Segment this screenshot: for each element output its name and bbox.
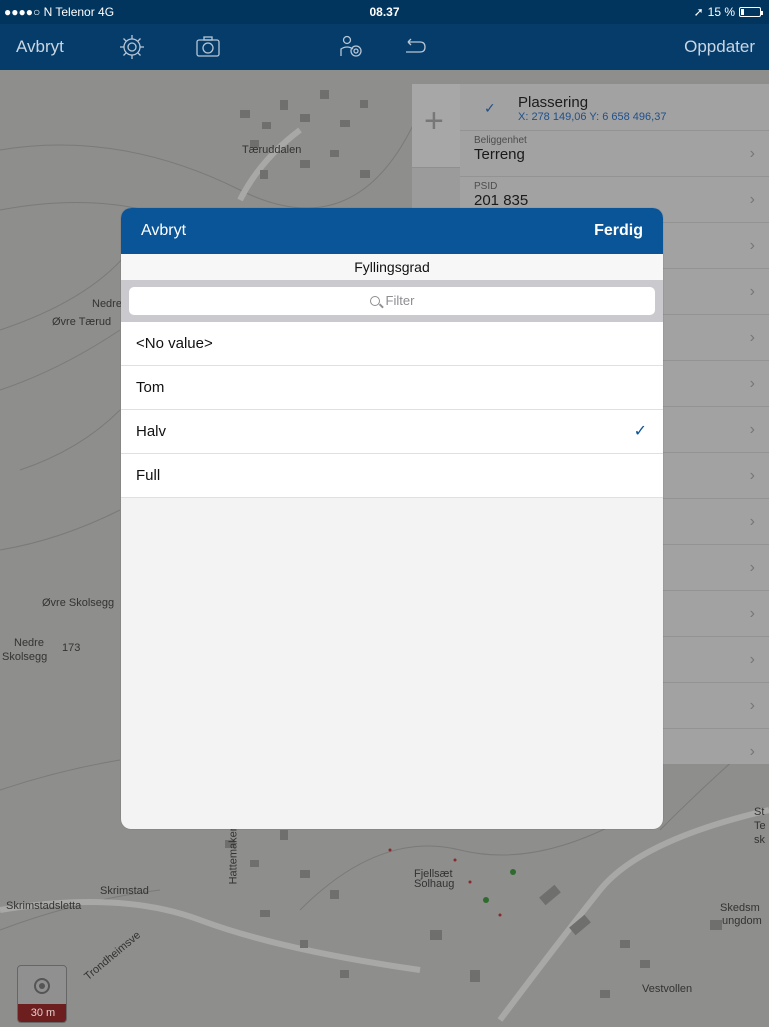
map-label: Øvre Tærud	[52, 316, 112, 328]
attribute-label: Beliggenhet	[474, 135, 527, 146]
map-label: Solhaug	[414, 878, 455, 890]
attribute-value: 201 835	[474, 192, 529, 209]
map-label: Skedsm	[720, 902, 760, 914]
crosshair-icon	[34, 978, 50, 994]
map-label: St	[754, 806, 765, 818]
chevron-right-icon: ›	[749, 513, 755, 530]
map-label: Skrimstadsletta	[6, 900, 82, 912]
search-icon	[369, 296, 380, 306]
battery-percent: 15 %	[707, 5, 735, 19]
filter-bar: Filter	[121, 280, 663, 322]
panel-add-area: +	[412, 84, 460, 168]
chevron-right-icon: ›	[749, 605, 755, 622]
option-label: Tom	[136, 379, 165, 396]
map-label: sk	[754, 834, 765, 846]
map-label: Skolsegg	[2, 651, 48, 663]
map-label: Te	[754, 820, 766, 832]
map-label: Vestvollen	[642, 983, 693, 995]
status-bar: ●●●●○ N Telenor 4G 08.37 ➚ 15 %	[0, 0, 769, 24]
option-full[interactable]: Full	[121, 454, 663, 498]
map-label: 173	[62, 642, 81, 654]
attribute-row[interactable]: Beliggenhet Terreng ›	[460, 130, 769, 176]
chevron-right-icon: ›	[749, 375, 755, 392]
chevron-right-icon: ›	[749, 191, 755, 208]
undo-icon[interactable]	[400, 34, 428, 60]
dialog-done-button[interactable]: Ferdig	[594, 222, 643, 240]
dialog-cancel-button[interactable]: Avbryt	[141, 222, 186, 240]
camera-icon[interactable]	[194, 34, 222, 60]
checkmark-icon: ✓	[484, 100, 496, 116]
nav-bar: Avbryt Oppdater	[0, 24, 769, 70]
chevron-right-icon: ›	[749, 283, 755, 300]
battery-status: ➚ 15 %	[693, 5, 763, 19]
location-coords: X: 278 149,06 Y: 6 658 496,37	[518, 111, 667, 123]
chevron-right-icon: ›	[749, 651, 755, 668]
chevron-right-icon: ›	[749, 421, 755, 438]
clock: 08.37	[369, 5, 400, 19]
option-tom[interactable]: Tom	[121, 366, 663, 410]
chevron-right-icon: ›	[749, 237, 755, 254]
option-label: Halv	[136, 423, 167, 440]
nav-cancel-button[interactable]: Avbryt	[16, 37, 64, 57]
dialog-title: Fyllingsgrad	[121, 254, 663, 280]
chevron-right-icon: ›	[749, 467, 755, 484]
gear-icon[interactable]	[118, 34, 146, 60]
chevron-right-icon: ›	[749, 329, 755, 346]
attribute-value: Terreng	[474, 146, 525, 163]
scale-label: 30 m	[18, 1004, 66, 1022]
option-halv[interactable]: Halv ✓	[121, 410, 663, 454]
map-label: ungdom	[722, 915, 762, 927]
battery-icon	[739, 7, 763, 17]
chevron-right-icon: ›	[749, 559, 755, 576]
map-label: Nedre	[14, 637, 44, 649]
location-arrow-icon: ➚	[693, 5, 704, 19]
selected-checkmark-icon: ✓	[633, 423, 647, 440]
map-label: Hattemaker	[227, 827, 240, 885]
filter-input[interactable]: Filter	[129, 287, 655, 315]
dialog-header: Avbryt Ferdig	[121, 208, 663, 254]
map-label: Nedre	[92, 298, 122, 310]
plus-icon[interactable]: +	[424, 102, 444, 141]
map-label: Tæruddalen	[242, 144, 302, 156]
option-label: <No value>	[136, 335, 213, 352]
chevron-right-icon: ›	[749, 145, 755, 162]
chevron-right-icon: ›	[749, 697, 755, 714]
option-list: <No value> Tom Halv ✓ Full	[121, 322, 663, 498]
location-header[interactable]: ✓ Plassering X: 278 149,06 Y: 6 658 496,…	[460, 84, 769, 130]
map-label: Øvre Skolsegg	[42, 597, 115, 609]
option-label: Full	[136, 467, 161, 484]
map-label: Skrimstad	[100, 885, 149, 897]
attribute-label: PSID	[474, 181, 498, 192]
update-button[interactable]: Oppdater	[684, 37, 755, 57]
chevron-right-icon: ›	[749, 743, 755, 760]
picker-dialog: Avbryt Ferdig Fyllingsgrad Filter <No va…	[121, 208, 663, 829]
location-title: Plassering	[518, 94, 589, 111]
filter-placeholder: Filter	[385, 293, 415, 308]
option-no-value[interactable]: <No value>	[121, 322, 663, 366]
locate-scale-widget[interactable]: 30 m	[17, 965, 67, 1023]
locate-settings-icon[interactable]	[338, 34, 366, 60]
